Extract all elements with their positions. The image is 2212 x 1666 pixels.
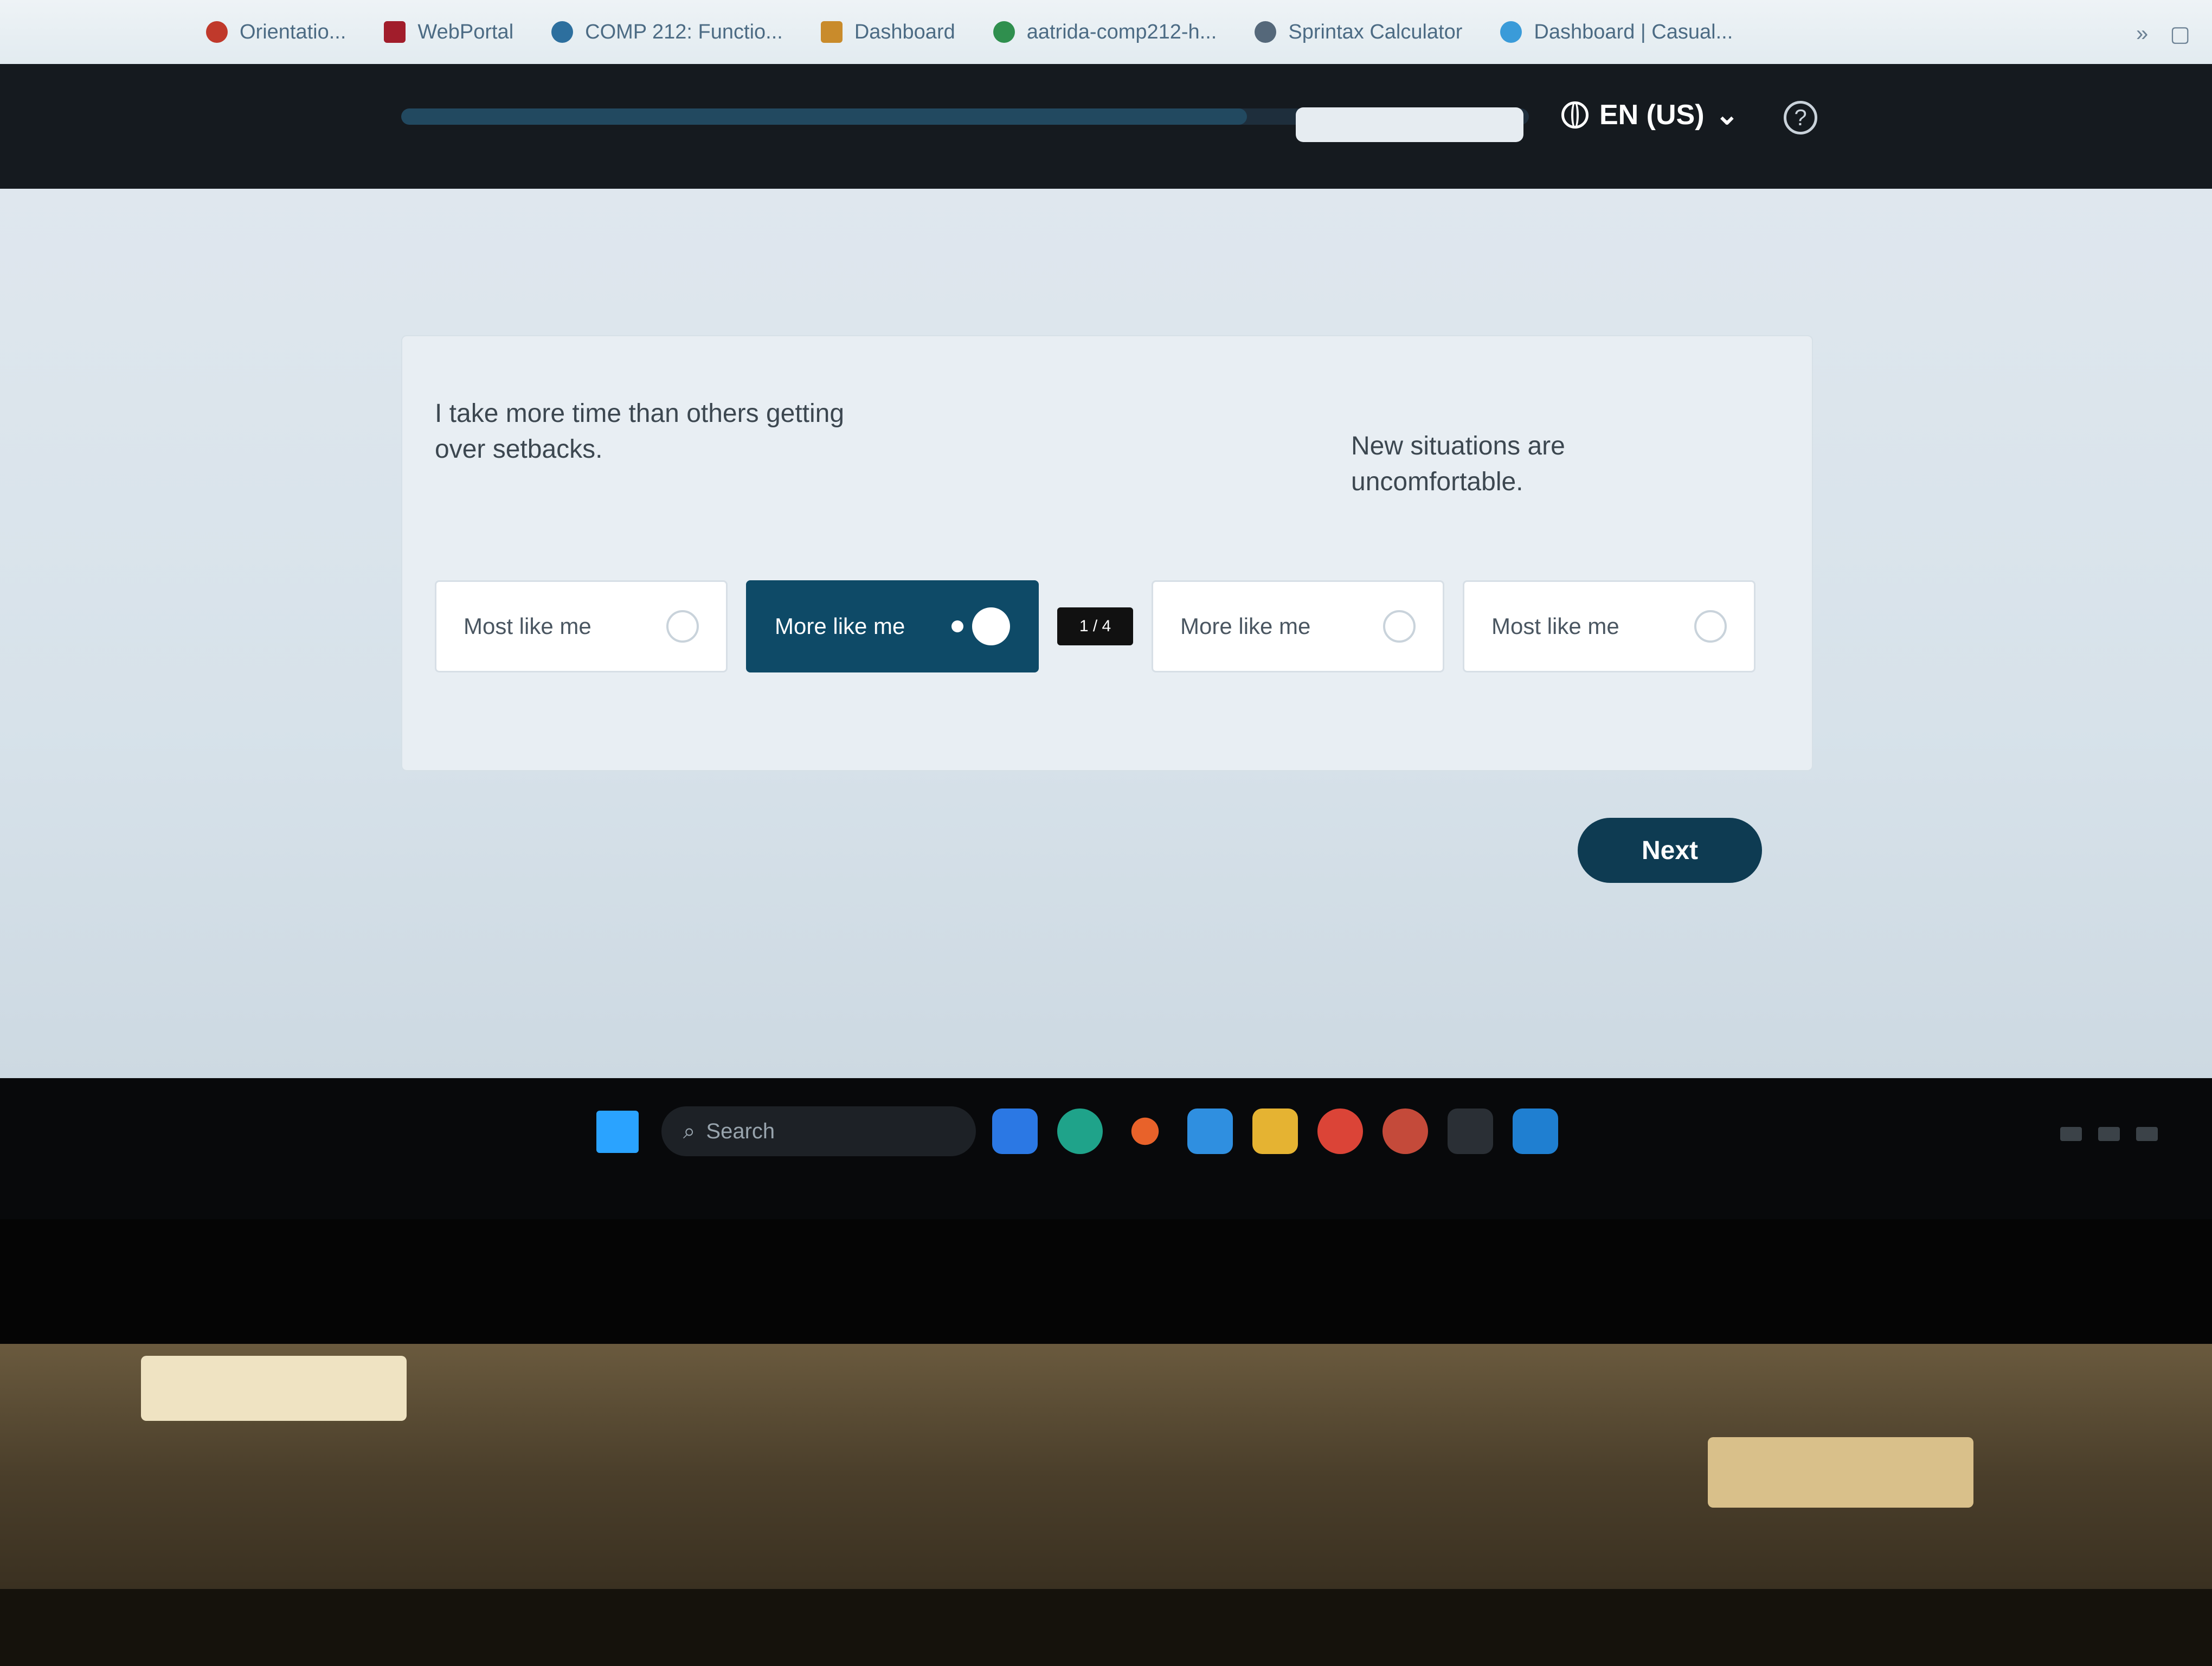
bookmark-label: Dashboard — [854, 20, 955, 43]
option-label: Most like me — [464, 613, 591, 639]
store-icon[interactable] — [1187, 1108, 1233, 1154]
option-label: More like me — [775, 613, 905, 639]
bookmark-label: WebPortal — [417, 20, 514, 43]
edge-icon[interactable] — [1057, 1108, 1103, 1154]
more-bookmarks-icon[interactable]: » — [2136, 22, 2148, 47]
hinge-tab — [1708, 1437, 1973, 1508]
chrome-icon[interactable] — [1317, 1108, 1363, 1154]
language-label: EN (US) — [1599, 99, 1705, 131]
option-most-like-left[interactable]: Most like me — [435, 580, 728, 672]
bookmark-label: Orientatio... — [240, 20, 346, 43]
taskbar: ⌕ Search — [0, 1078, 2212, 1219]
option-label: Most like me — [1491, 613, 1619, 639]
option-most-like-right[interactable]: Most like me — [1463, 580, 1756, 672]
bookmark-item[interactable]: Dashboard | Casual... — [1500, 21, 1733, 44]
left-statement: I take more time than others getting ove… — [435, 399, 845, 464]
next-button[interactable]: Next — [1578, 818, 1762, 883]
app-header: EN (US) ⌄ ? — [0, 64, 2212, 189]
copilot-icon[interactable] — [992, 1108, 1038, 1154]
globe-icon — [1561, 101, 1589, 129]
globe-icon — [551, 21, 574, 43]
taskbar-search[interactable]: ⌕ Search — [661, 1106, 976, 1156]
volume-icon — [2098, 1127, 2120, 1141]
chevron-down-icon: ⌄ — [1715, 99, 1739, 131]
bookmarks-bar: Orientatio... WebPortal COMP 212: Functi… — [0, 0, 2212, 64]
start-icon[interactable] — [596, 1111, 639, 1153]
all-bookmarks-icon[interactable]: ▢ — [2170, 22, 2190, 47]
screen-bezel — [0, 1219, 2212, 1344]
hinge-tab — [141, 1356, 407, 1421]
right-statement: New situations are uncomfortable. — [1351, 432, 1565, 496]
radio-icon — [1694, 610, 1727, 643]
bookmark-item[interactable]: COMP 212: Functio... — [551, 21, 783, 44]
keyboard-edge — [0, 1589, 2212, 1666]
vscode-icon[interactable] — [1513, 1108, 1558, 1154]
battery-icon — [2136, 1127, 2158, 1141]
chrome-profile-icon[interactable] — [1382, 1108, 1428, 1154]
drive-icon — [993, 21, 1015, 43]
webportal-icon — [384, 21, 406, 43]
assessment-page: I take more time than others getting ove… — [0, 189, 2212, 1078]
radio-icon — [1383, 610, 1416, 643]
dashboard-icon — [820, 21, 843, 43]
system-tray[interactable] — [2060, 1127, 2158, 1141]
casual-icon — [1500, 21, 1522, 43]
bookmark-item[interactable]: aatrida-comp212-h... — [993, 21, 1217, 44]
bookmark-label: Sprintax Calculator — [1288, 20, 1463, 43]
option-more-like-right[interactable]: More like me — [1152, 580, 1444, 672]
bookmark-item[interactable]: WebPortal — [384, 21, 513, 44]
bookmark-label: COMP 212: Functio... — [585, 20, 783, 43]
search-placeholder: Search — [706, 1119, 775, 1143]
progress-fill — [401, 108, 1247, 125]
bookmark-label: Dashboard | Casual... — [1534, 20, 1733, 43]
selection-tooltip: 1 / 4 — [1057, 607, 1133, 645]
option-more-like-left[interactable]: More like me — [746, 580, 1039, 672]
option-label: More like me — [1180, 613, 1311, 639]
help-icon[interactable]: ? — [1784, 101, 1817, 134]
bookmark-item[interactable]: Sprintax Calculator — [1255, 21, 1462, 44]
sprintax-icon — [1255, 21, 1277, 43]
question-card: I take more time than others getting ove… — [401, 335, 1813, 771]
radio-selected-icon — [951, 607, 1010, 645]
wifi-icon — [2060, 1127, 2082, 1141]
bookmark-item[interactable]: Orientatio... — [206, 21, 346, 44]
radio-icon — [666, 610, 699, 643]
taskbar-apps — [992, 1108, 1558, 1154]
red-bookmark-icon — [206, 21, 228, 43]
bookmark-label: aatrida-comp212-h... — [1026, 20, 1217, 43]
browser-controls: » ▢ — [2136, 22, 2190, 47]
terminal-icon[interactable] — [1448, 1108, 1493, 1154]
file-explorer-icon[interactable] — [1252, 1108, 1298, 1154]
answer-options: Most like me More like me 1 / 4 More lik… — [435, 580, 1756, 672]
progress-indicator — [1296, 107, 1523, 142]
bookmark-item[interactable]: Dashboard — [820, 20, 955, 44]
language-selector[interactable]: EN (US) ⌄ — [1561, 99, 1739, 131]
search-icon: ⌕ — [683, 1119, 696, 1143]
firefox-icon[interactable] — [1131, 1117, 1159, 1145]
